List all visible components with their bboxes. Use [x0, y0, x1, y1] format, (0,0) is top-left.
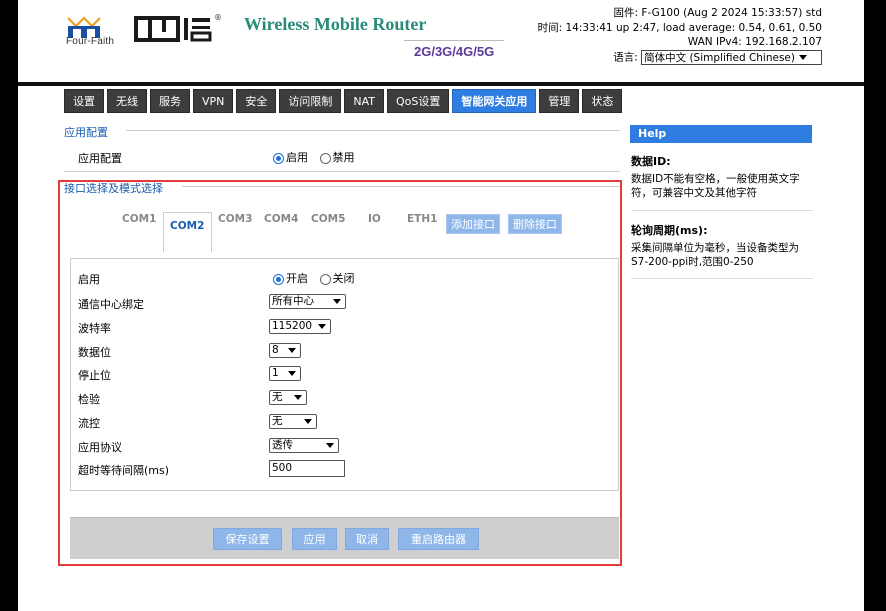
tab-qos[interactable]: QoS设置 [387, 89, 450, 113]
help-heading-polling: 轮询周期(ms): [631, 224, 708, 237]
tab-wireless[interactable]: 无线 [107, 89, 147, 113]
help-title: Help [630, 125, 812, 143]
tab-status[interactable]: 状态 [582, 89, 623, 113]
uptime-info: 时间: 14:33:41 up 2:47, load average: 0.54… [537, 21, 822, 34]
router-admin-page: ® Four-Faith Wireless Mobile Router 2G/3… [18, 0, 864, 611]
help-text-polling: 采集间隔单位为毫秒，当设备类型为S7-200-ppi时,范围0-250 [631, 242, 799, 268]
app-disable-radio[interactable] [319, 152, 331, 164]
brand-english: Four-Faith [66, 36, 115, 47]
app-disable-label: 禁用 [332, 151, 355, 164]
app-enable-radio[interactable] [273, 152, 284, 164]
language-select[interactable]: 简体中文 (Simplified Chinese) [641, 49, 822, 65]
language-label: 语言: [613, 51, 638, 63]
product-networks: 2G/3G/4G/5G [414, 44, 495, 59]
firmware-info: 固件: F-G100 (Aug 2 2024 15:33:57) std [613, 7, 822, 19]
app-config-legend: 应用配置 [64, 124, 112, 140]
tab-vpn[interactable]: VPN [193, 89, 234, 113]
app-config-divider [126, 130, 620, 131]
help-heading-data-id: 数据ID: [631, 155, 671, 168]
help-separator [631, 278, 813, 279]
help-separator [631, 210, 813, 211]
system-info: 固件: F-G100 (Aug 2 2024 15:33:57) std 时间:… [538, 6, 822, 65]
tab-nat[interactable]: NAT [344, 89, 385, 113]
app-config-radios: 启用 禁用 [273, 149, 355, 165]
header-separator [18, 82, 864, 86]
header-divider [404, 40, 504, 41]
tab-administration[interactable]: 管理 [539, 89, 580, 113]
tab-services[interactable]: 服务 [150, 89, 190, 113]
registered-mark: ® [214, 13, 222, 22]
tab-security[interactable]: 安全 [236, 89, 277, 113]
app-config-bottom-line [64, 171, 620, 172]
tab-smart-gateway[interactable]: 智能网关应用 [452, 89, 537, 113]
chevron-down-icon [799, 55, 807, 60]
language-row: 语言: 简体中文 (Simplified Chinese) [538, 49, 822, 65]
help-text-data-id: 数据ID不能有空格，一般使用英文字符，可兼容中文及其他字符 [631, 173, 800, 199]
brand-chinese: 四信 [138, 10, 202, 54]
app-enable-label: 启用 [286, 151, 308, 164]
app-config-label: 应用配置 [78, 152, 122, 165]
tab-settings[interactable]: 设置 [64, 89, 104, 113]
language-value: 简体中文 (Simplified Chinese) [644, 51, 795, 64]
product-title: Wireless Mobile Router [244, 14, 427, 34]
main-nav: 设置 无线 服务 VPN 安全 访问限制 NAT QoS设置 智能网关应用 管理… [64, 89, 623, 113]
tab-access-restrictions[interactable]: 访问限制 [279, 89, 342, 113]
wan-info: WAN IPv4: 192.168.2.107 [687, 36, 822, 48]
highlight-box [58, 180, 622, 566]
